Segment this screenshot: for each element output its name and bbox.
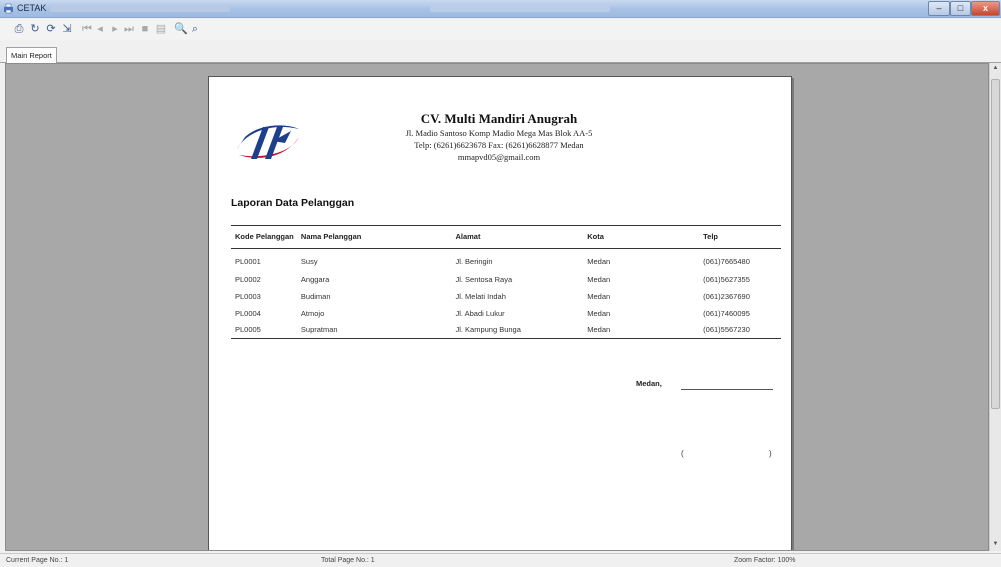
total-page-status: Total Page No.: 1 xyxy=(321,557,375,564)
refresh-button[interactable]: ↻ xyxy=(28,22,42,36)
window-title: CETAK xyxy=(17,3,47,13)
cell-nama: Anggara xyxy=(300,274,330,284)
export-icon: ⇲ xyxy=(62,23,72,35)
minimize-icon: – xyxy=(936,3,942,13)
cell-alamat: Jl. Abadi Lukur xyxy=(455,308,505,318)
zoom-button[interactable]: ⌕ xyxy=(188,22,202,36)
company-logo-icon xyxy=(237,125,299,159)
zoom-icon: ⌕ xyxy=(191,23,199,35)
cell-telp: (061)7460095 xyxy=(703,308,750,318)
minimize-button[interactable]: – xyxy=(928,1,950,16)
cell-telp: (061)2367690 xyxy=(703,291,750,301)
cell-nama: Budiman xyxy=(300,291,331,301)
cell-alamat: Jl. Melati Indah xyxy=(455,291,506,301)
company-name: CV. Multi Mandiri Anugrah xyxy=(420,111,578,126)
company-address: Jl. Madio Santoso Komp Madio Mega Mas Bl… xyxy=(405,128,593,138)
table-row: PL0001 Susy Jl. Beringin Medan (061)7665480 xyxy=(231,249,781,271)
cell-nama: Susy xyxy=(300,257,318,267)
table-header-row: Kode Pelanggan Nama Pelanggan Alamat Kot… xyxy=(231,225,781,249)
customer-table: Kode Pelanggan Nama Pelanggan Alamat Kot… xyxy=(231,225,781,339)
cell-kode: PL0005 xyxy=(231,321,297,339)
print-setup-button[interactable]: ⎙ xyxy=(12,22,26,36)
previous-page-icon: ◂ xyxy=(97,23,103,35)
next-page-button[interactable]: ▸ xyxy=(108,22,122,36)
table-row: PL0004 Atmojo Jl. Abadi Lukur Medan (061)746… xyxy=(231,305,781,322)
first-page-button[interactable]: ⏮ xyxy=(80,22,94,36)
table-row: PL0005 Supratman Jl. Kampung Bunga Medan (06… xyxy=(231,321,781,339)
signature-close-paren: ) xyxy=(769,449,772,458)
search-icon: 🔍 xyxy=(174,23,188,35)
cell-kota: Medan xyxy=(587,257,611,267)
title-bar[interactable]: CETAK – □ x xyxy=(0,0,1001,18)
group-tree-icon: ▤ xyxy=(155,23,167,35)
maximize-icon: □ xyxy=(957,3,964,13)
scroll-up-arrow-icon[interactable]: ▲ xyxy=(990,63,1001,74)
current-page-status: Current Page No.: 1 xyxy=(6,557,69,564)
search-button[interactable]: 🔍 xyxy=(174,22,188,36)
title-redacted-area-2 xyxy=(430,5,610,12)
cell-kode: PL0004 xyxy=(235,308,261,318)
company-email: mmapvd05@gmail.com xyxy=(457,152,541,162)
report-page: CV. Multi Mandiri Anugrah Jl. Madio Sant… xyxy=(208,76,792,550)
table-row: PL0002 Anggara Jl. Sentosa Raya Medan (061)5… xyxy=(231,271,781,288)
cell-alamat: Jl. Beringin xyxy=(455,257,493,267)
stop-button[interactable]: ■ xyxy=(138,22,152,36)
cell-kode: PL0001 xyxy=(235,257,261,267)
close-button[interactable]: x xyxy=(971,1,1000,16)
cell-telp: (061)5567230 xyxy=(699,321,781,339)
scroll-thumb[interactable] xyxy=(991,79,1000,409)
scroll-down-arrow-icon[interactable]: ▼ xyxy=(990,539,1001,550)
group-tree-button[interactable]: ▤ xyxy=(154,22,168,36)
cell-telp: (061)7665480 xyxy=(703,257,750,267)
refresh-all-icon: ⟳ xyxy=(46,23,56,35)
vertical-scrollbar[interactable]: ▲ ▼ xyxy=(989,63,1001,551)
column-header-alamat: Alamat xyxy=(451,225,584,249)
title-redacted-area xyxy=(50,5,230,12)
report-tab-strip: Main Report xyxy=(0,40,1001,63)
crystal-report-viewer-window: CETAK – □ x ⎙ ↻ ⟳ ⇲ ⏮ ◂ ▸ ⏭ ■ ▤ 🔍 ⌕ Main Report CV.… xyxy=(0,0,1001,567)
maximize-button[interactable]: □ xyxy=(950,1,971,16)
table-body: PL0001 Susy Jl. Beringin Medan (061)7665480 P… xyxy=(231,249,781,339)
signature-city: Medan, xyxy=(636,379,662,388)
cell-kota: Medan xyxy=(587,308,611,318)
stop-icon: ■ xyxy=(141,23,149,35)
status-bar: Current Page No.: 1 Total Page No.: 1 Zo… xyxy=(0,553,1001,567)
column-header-kota: Kota xyxy=(583,225,700,249)
signature-date-line xyxy=(681,389,773,390)
refresh-all-button[interactable]: ⟳ xyxy=(44,22,58,36)
cell-alamat: Jl. Sentosa Raya xyxy=(455,274,513,284)
tab-main-report[interactable]: Main Report xyxy=(6,47,57,63)
cell-kode: PL0002 xyxy=(235,274,261,284)
company-phone: Telp: (6261)6623678 Fax: (6261)6628877 M… xyxy=(414,140,584,150)
cell-alamat: Jl. Kampung Bunga xyxy=(451,321,584,339)
printer-app-icon xyxy=(4,3,13,14)
column-header-nama: Nama Pelanggan xyxy=(296,225,452,249)
cell-nama: Supratman xyxy=(296,321,452,339)
cell-nama: Atmojo xyxy=(300,308,325,318)
export-button[interactable]: ⇲ xyxy=(60,22,74,36)
print-setup-icon: ⎙ xyxy=(14,23,24,35)
zoom-factor-status: Zoom Factor: 100% xyxy=(734,557,796,564)
previous-page-button[interactable]: ◂ xyxy=(93,22,107,36)
cell-kota: Medan xyxy=(583,321,700,339)
column-header-telp: Telp xyxy=(699,225,781,249)
last-page-icon: ⏭ xyxy=(124,23,134,35)
table-row: PL0003 Budiman Jl. Melati Indah Medan (061)2… xyxy=(231,288,781,305)
viewer-toolbar: ⎙ ↻ ⟳ ⇲ ⏮ ◂ ▸ ⏭ ■ ▤ 🔍 ⌕ xyxy=(0,19,1001,40)
report-title: Laporan Data Pelanggan xyxy=(231,197,355,209)
next-page-icon: ▸ xyxy=(112,23,118,35)
column-header-kode: Kode Pelanggan xyxy=(231,225,297,249)
close-icon: x xyxy=(982,3,988,13)
cell-kota: Medan xyxy=(587,274,611,284)
last-page-button[interactable]: ⏭ xyxy=(122,22,136,36)
refresh-icon: ↻ xyxy=(30,23,40,35)
first-page-icon: ⏮ xyxy=(82,23,92,35)
cell-kota: Medan xyxy=(587,291,611,301)
signature-open-paren: ( xyxy=(681,449,684,458)
cell-kode: PL0003 xyxy=(235,291,261,301)
report-viewer-area[interactable]: CV. Multi Mandiri Anugrah Jl. Madio Sant… xyxy=(5,63,989,551)
cell-telp: (061)5627355 xyxy=(703,274,750,284)
